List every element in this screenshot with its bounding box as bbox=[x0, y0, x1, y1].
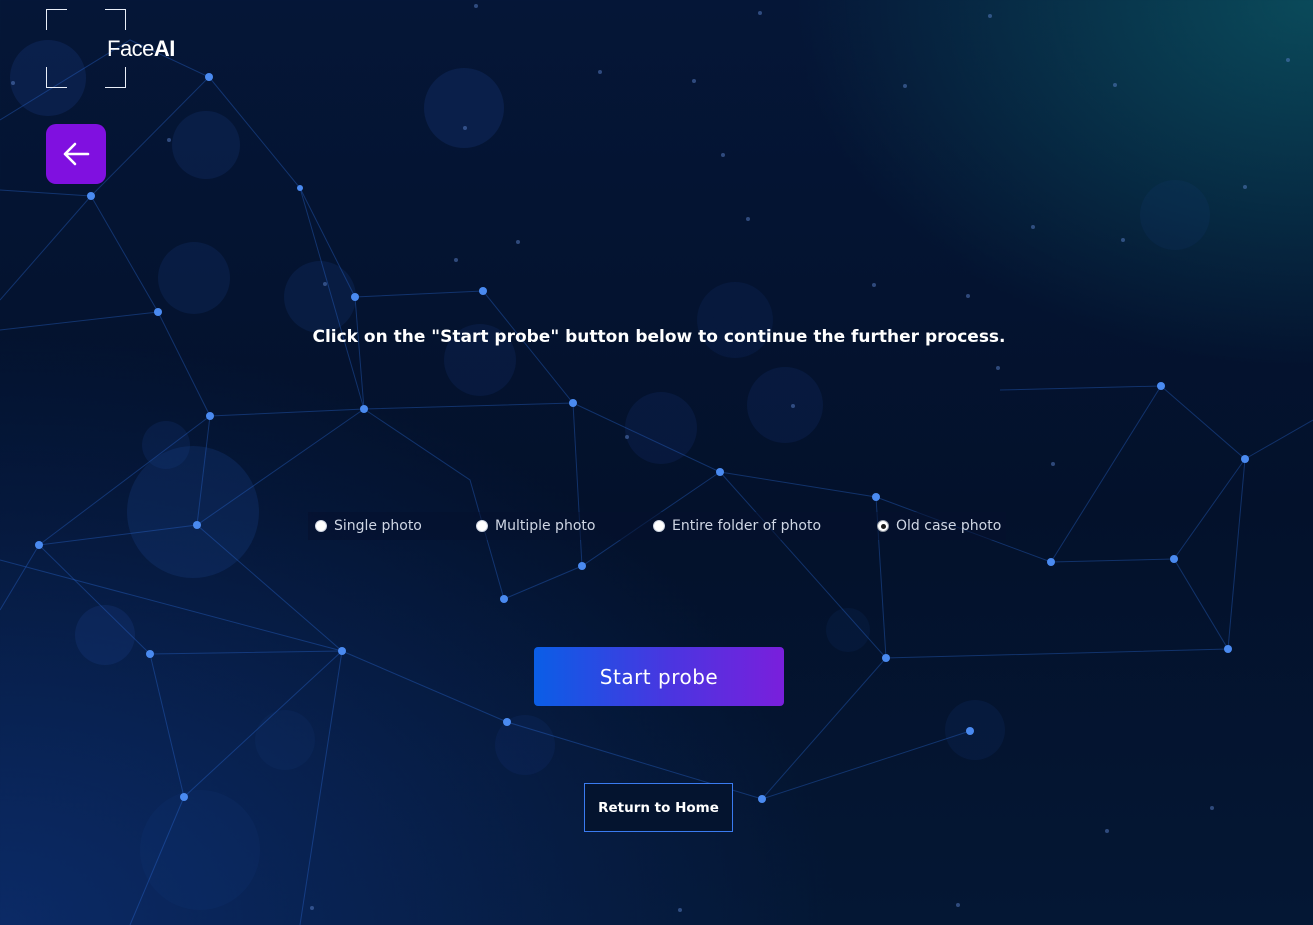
logo-corner bbox=[46, 9, 67, 30]
radio-button[interactable] bbox=[653, 520, 665, 532]
arrow-left-icon bbox=[63, 142, 90, 166]
radio-button[interactable] bbox=[315, 520, 327, 532]
logo-text-ai: AI bbox=[153, 36, 176, 61]
radio-option-old-case-photo[interactable]: Old case photo bbox=[877, 512, 1001, 540]
logo-corner bbox=[105, 67, 126, 88]
start-probe-button[interactable]: Start probe bbox=[534, 647, 784, 706]
radio-option-multiple-photo[interactable]: Multiple photo bbox=[476, 512, 595, 540]
return-home-button[interactable]: Return to Home bbox=[584, 783, 733, 832]
radio-label: Single photo bbox=[334, 518, 422, 534]
photo-type-radio-group: Single photo Multiple photo Entire folde… bbox=[308, 512, 1006, 540]
logo-text-face: Face bbox=[107, 36, 154, 61]
logo-corner bbox=[46, 67, 67, 88]
radio-option-single-photo[interactable]: Single photo bbox=[315, 512, 422, 540]
radio-label: Multiple photo bbox=[495, 518, 596, 534]
bokeh-circles bbox=[10, 40, 1210, 910]
logo-corner bbox=[105, 9, 126, 30]
radio-button-checked[interactable] bbox=[877, 520, 889, 532]
faceai-logo: FaceAI bbox=[46, 9, 175, 88]
back-button[interactable] bbox=[46, 124, 106, 184]
radio-label: Entire folder of photo bbox=[672, 518, 822, 534]
instruction-text: Click on the "Start probe" button below … bbox=[312, 327, 1006, 347]
radio-button[interactable] bbox=[476, 520, 488, 532]
radio-label: Old case photo bbox=[896, 518, 1002, 534]
logo-text: FaceAI bbox=[107, 36, 175, 62]
radio-option-entire-folder[interactable]: Entire folder of photo bbox=[653, 512, 821, 540]
